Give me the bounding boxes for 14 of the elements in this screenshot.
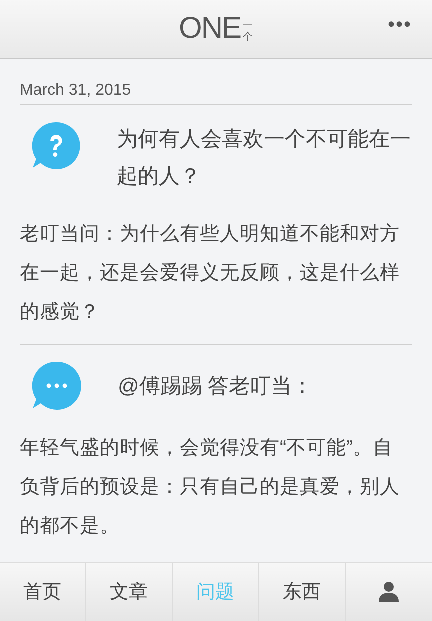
logo-text: ONE <box>178 12 241 46</box>
nav-tab[interactable]: 东西 <box>259 563 346 621</box>
more-button[interactable]: ••• <box>388 14 412 37</box>
question-text: 老叮当问：为什么有些人明知道不能和对方在一起，还是会爱得义无反顾，这是什么样的感觉？ <box>20 222 401 325</box>
logo-mark: 一个 <box>243 21 253 43</box>
nav-tab[interactable]: 首页 <box>0 563 86 621</box>
answer-text: 年轻气盛的时候，会觉得没有“不可能”。自负背后的预设是：只有自己的是真爱，别人的都不是。 <box>20 436 401 539</box>
date-label: March 31, 2015 <box>20 59 412 105</box>
person-icon <box>378 581 400 603</box>
speech-bubble-icon <box>32 361 82 411</box>
nav-tab[interactable]: 文章 <box>86 563 173 621</box>
question-title: 为何有人会喜欢一个不可能在一起的人？ <box>116 127 412 190</box>
question-bubble-icon <box>32 121 81 171</box>
answer-author: @傅踢踢 答老叮当： <box>118 374 314 400</box>
